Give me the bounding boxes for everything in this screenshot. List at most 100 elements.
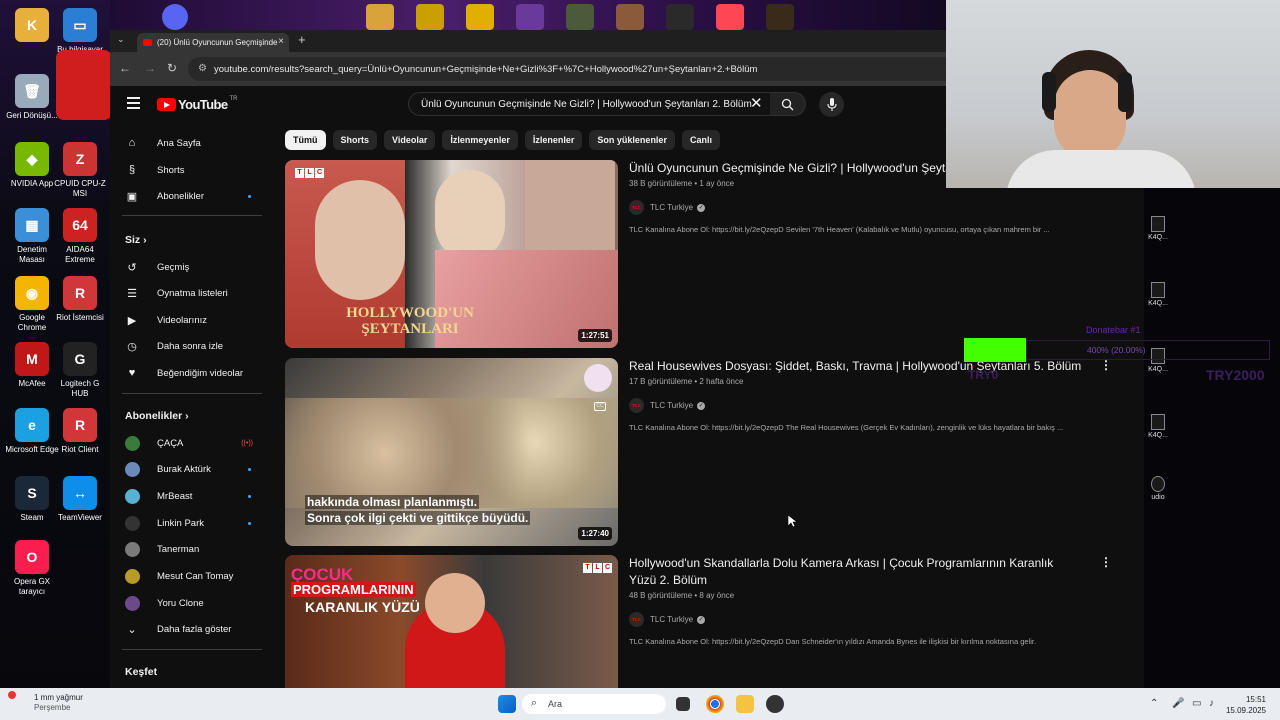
sidebar-item-channel[interactable]: Yoru Clone — [123, 592, 263, 614]
search-result[interactable]: ÇOCUK PROGRAMLARININ KARANLIK YÜZÜ TLC H… — [285, 555, 1145, 688]
search-result[interactable]: TLC HOLLYWOOD'UN ŞEYTANLARI 1:27:51 Ünlü… — [285, 160, 1145, 350]
weather-widget[interactable]: 1 mm yağmur Perşembe — [8, 691, 83, 713]
sidebar-item-shorts[interactable]: § Shorts — [123, 159, 263, 181]
desktop-icon[interactable]: 64 AIDA64 Extreme — [52, 208, 108, 265]
chrome-taskbar-icon[interactable] — [706, 695, 724, 713]
youtube-logo[interactable]: YouTube TR — [157, 96, 237, 112]
channel-name[interactable]: TLC Turkiye — [650, 401, 693, 410]
game-icon-7[interactable] — [666, 4, 694, 30]
search-result[interactable]: CC hakkında olması planlanmıştı. Sonra ç… — [285, 358, 1145, 548]
forward-icon[interactable]: → — [144, 61, 156, 75]
game-icon-9[interactable] — [766, 4, 794, 30]
search-button[interactable] — [770, 92, 806, 116]
video-title[interactable]: Hollywood'un Skandallarla Dolu Kamera Ar… — [629, 555, 1079, 589]
menu-icon[interactable] — [127, 97, 140, 112]
sidebar-heading-label: Keşfet — [125, 666, 158, 678]
desktop-icon[interactable]: K4Q... — [1144, 216, 1172, 241]
tray-chevron-icon[interactable]: ⌃ — [1150, 698, 1158, 709]
sidebar-you-heading[interactable]: Siz › — [125, 234, 147, 246]
sidebar-explore-heading[interactable]: Keşfet — [125, 666, 157, 678]
filter-chip[interactable]: Son yüklenenler — [589, 130, 675, 150]
tab-youtube[interactable]: (20) Ünlü Oyuncunun Geçmişinde × — [137, 33, 289, 52]
more-actions-icon[interactable]: ⋮ — [1100, 555, 1112, 569]
desktop-icon[interactable]: 🗑 Geri Dönüşü... — [4, 74, 60, 121]
desktop-icon[interactable]: R Riot Client — [52, 408, 108, 455]
donatebar-title: Donatebar #1 — [1086, 325, 1141, 335]
desktop-icon[interactable]: O Opera GX tarayıcı — [4, 540, 60, 597]
sidebar-item-channel[interactable]: Tanerman — [123, 539, 263, 561]
filter-chip[interactable]: Canlı — [681, 130, 720, 150]
game-icon-5[interactable] — [566, 4, 594, 30]
desktop-icon[interactable]: R Riot İstemcisi — [52, 276, 108, 323]
desktop-icon[interactable]: ▭Bu bilgisayar — [52, 8, 108, 55]
video-thumbnail[interactable]: TLC HOLLYWOOD'UN ŞEYTANLARI 1:27:51 — [285, 160, 618, 348]
sidebar-subs-heading[interactable]: Abonelikler › — [125, 410, 189, 422]
sidebar-item-liked[interactable]: ♥ Beğendiğim videolar — [123, 362, 263, 384]
sidebar-item-channel[interactable]: MrBeast — [123, 485, 263, 507]
channel-row[interactable]: TLC TLC Turkiye ✓ — [629, 398, 706, 413]
volume-icon[interactable]: ♪ — [1209, 698, 1214, 709]
sidebar-item-channel[interactable]: Burak Aktürk — [123, 459, 263, 481]
steam-icon: S — [15, 476, 49, 510]
reload-icon[interactable]: ↻ — [167, 61, 177, 75]
channel-row[interactable]: TLC TLC Turkiye ✓ — [629, 612, 706, 627]
desktop-icon[interactable]: ↔ TeamViewer — [52, 476, 108, 523]
sidebar-item-playlists[interactable]: ☰ Oynatma listeleri — [123, 282, 263, 304]
channel-name[interactable]: TLC Turkiye — [650, 615, 693, 624]
channel-row[interactable]: TLC TLC Turkiye ✓ — [629, 200, 706, 215]
video-thumbnail[interactable]: CC hakkında olması planlanmıştı. Sonra ç… — [285, 358, 618, 546]
desktop-icon[interactable]: K4Q... — [1144, 282, 1172, 307]
cs-icon[interactable] — [366, 4, 394, 30]
desktop-icon[interactable]: udio — [1144, 476, 1172, 501]
channel-avatar-wrap — [123, 435, 141, 451]
channel-name[interactable]: TLC Turkiye — [650, 203, 693, 212]
game-icon-4[interactable] — [516, 4, 544, 30]
site-info-icon[interactable]: ⚙ — [198, 63, 207, 74]
game-icon-2[interactable] — [416, 4, 444, 30]
video-thumbnail[interactable]: ÇOCUK PROGRAMLARININ KARANLIK YÜZÜ TLC — [285, 555, 618, 688]
thumbnail-caption-3: KARANLIK YÜZÜ — [305, 599, 420, 615]
filter-chip[interactable]: İzlenenler — [524, 130, 583, 150]
more-actions-icon[interactable]: ⋮ — [1100, 358, 1112, 372]
filter-chip[interactable]: Shorts — [332, 130, 378, 150]
desktop-icon[interactable]: G Logitech G HUB — [52, 342, 108, 399]
wifi-icon[interactable]: ▭ — [1192, 698, 1201, 709]
sidebar-item-home[interactable]: ⌂ Ana Sayfa — [123, 132, 263, 154]
tab-close-icon[interactable]: × — [278, 36, 284, 47]
channel-avatar[interactable]: TLC — [629, 612, 644, 627]
game-icon-3[interactable] — [466, 4, 494, 30]
tab-search-icon[interactable]: ⌄ — [117, 34, 125, 45]
channel-avatar[interactable]: TLC — [629, 398, 644, 413]
app-taskbar-icon[interactable] — [766, 695, 784, 713]
search-input[interactable]: Ünlü Oyuncunun Geçmişinde Ne Gizli? | Ho… — [408, 92, 771, 116]
filter-chip[interactable]: Tümü — [285, 130, 326, 150]
clock[interactable]: 15:51 15.09.2025 — [1226, 694, 1266, 716]
sidebar-item-history[interactable]: ↺ Geçmiş — [123, 256, 263, 278]
live-indicator-icon: ((•)) — [241, 439, 253, 447]
valorant-icon[interactable] — [716, 4, 744, 30]
sidebar-show-more[interactable]: ⌄ Daha fazla göster — [123, 618, 263, 640]
sidebar-item-channel[interactable]: Mesut Can Tomay — [123, 566, 263, 588]
sidebar-item-subscriptions[interactable]: ▣ Abonelikler — [123, 185, 263, 207]
desktop-icon[interactable]: K4Q... — [1144, 414, 1172, 439]
voice-search-button[interactable] — [819, 92, 844, 117]
sidebar-item-channel[interactable]: Linkin Park — [123, 512, 263, 534]
new-tab-icon[interactable]: + — [298, 32, 306, 47]
sidebar-item-channel[interactable]: ÇAÇA ((•)) — [123, 432, 263, 454]
taskbar-search[interactable]: ⌕ Ara — [522, 694, 666, 714]
windows-start-icon[interactable] — [498, 695, 516, 713]
sidebar-item-your-videos[interactable]: ▶ Videolarınız — [123, 309, 263, 331]
microphone-tray-icon[interactable]: 🎤 — [1172, 698, 1184, 709]
sidebar-item-label: ÇAÇA — [157, 437, 184, 449]
filter-chip[interactable]: Videolar — [384, 130, 436, 150]
discord-icon[interactable] — [162, 4, 188, 30]
sidebar-item-watch-later[interactable]: ◷ Daha sonra izle — [123, 335, 263, 357]
filter-chip[interactable]: İzlenmeyenler — [442, 130, 518, 150]
channel-avatar[interactable]: TLC — [629, 200, 644, 215]
clear-search-icon[interactable]: ✕ — [750, 94, 763, 112]
back-icon[interactable]: ← — [119, 61, 131, 75]
file-explorer-icon[interactable] — [736, 695, 754, 713]
desktop-icon[interactable]: Z CPUID CPU-Z MSI — [52, 142, 108, 199]
game-icon-6[interactable] — [616, 4, 644, 30]
task-view-icon[interactable] — [676, 697, 690, 711]
